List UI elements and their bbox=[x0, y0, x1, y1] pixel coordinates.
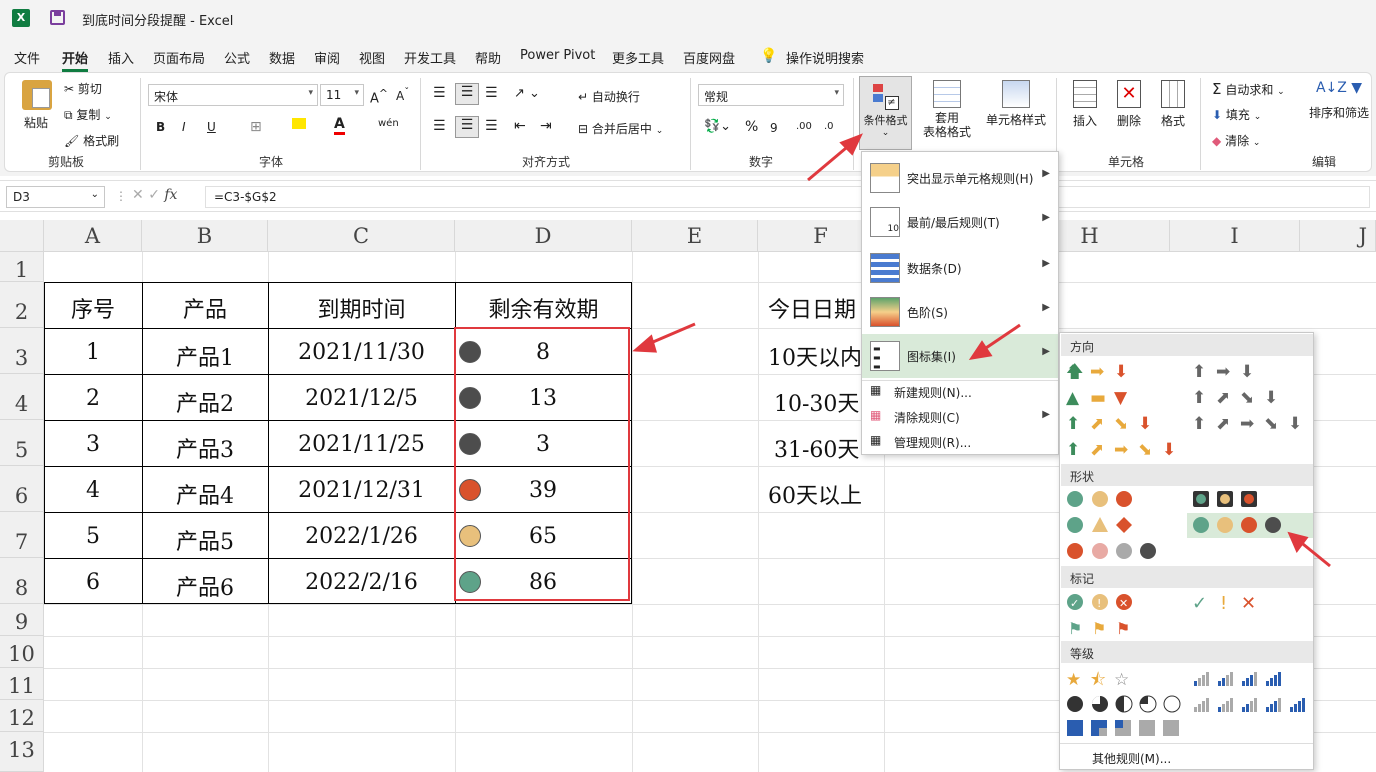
annotation-arrows bbox=[632, 133, 1331, 568]
